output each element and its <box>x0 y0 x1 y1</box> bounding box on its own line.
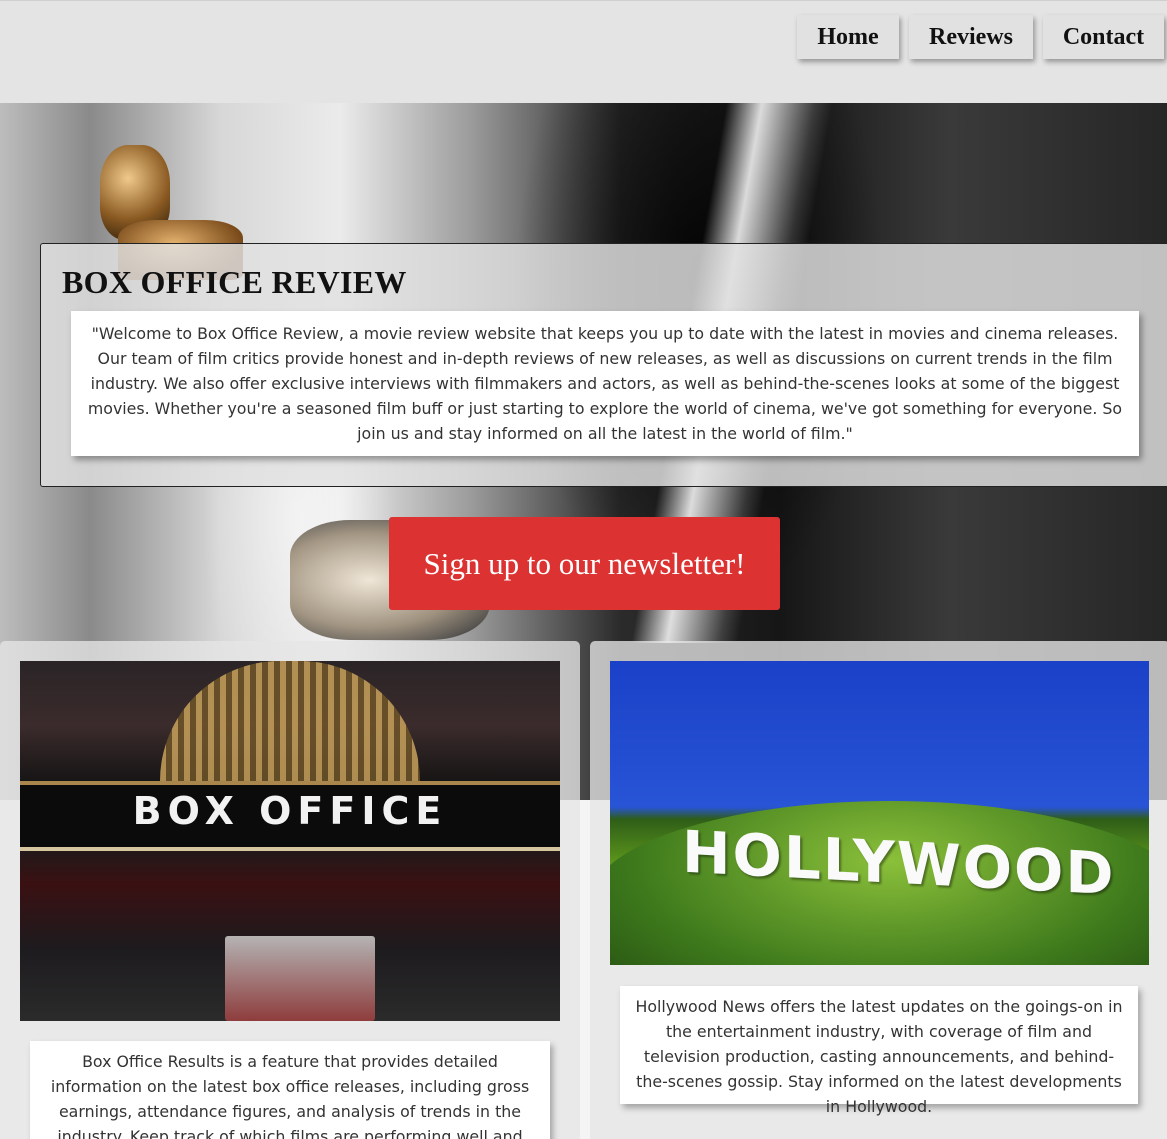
newsletter-signup-button[interactable]: Sign up to our newsletter! <box>389 517 780 610</box>
hollywood-card-text: Hollywood News offers the latest updates… <box>620 986 1138 1116</box>
theater-arch-graphic <box>160 661 420 781</box>
nav-reviews-button[interactable]: Reviews <box>909 15 1033 59</box>
hollywood-image: HOLLYWOOD <box>610 661 1149 965</box>
ticket-window-graphic <box>225 936 375 1021</box>
box-office-sign: BOX OFFICE <box>132 789 448 833</box>
box-office-image: BOX OFFICE <box>20 661 560 1021</box>
intro-panel: BOX OFFICE REVIEW "Welcome to Box Office… <box>40 243 1167 487</box>
box-office-card-text: Box Office Results is a feature that pro… <box>30 1041 550 1139</box>
nav-home-button[interactable]: Home <box>797 15 899 59</box>
navbar: Home Reviews Contact <box>0 0 1167 103</box>
hollywood-card: HOLLYWOOD Hollywood News offers the late… <box>590 641 1167 1139</box>
page-title: BOX OFFICE REVIEW <box>62 264 407 300</box>
nav-contact-button[interactable]: Contact <box>1043 15 1164 59</box>
intro-text: "Welcome to Box Office Review, a movie r… <box>71 311 1139 456</box>
box-office-card: BOX OFFICE Box Office Results is a featu… <box>0 641 580 1139</box>
